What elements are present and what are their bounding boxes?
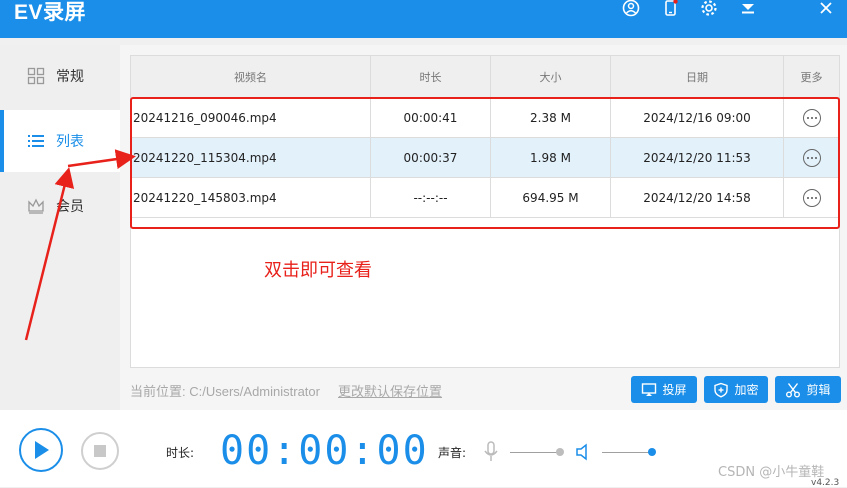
- table-row[interactable]: 20241220_145803.mp4 --:--:-- 694.95 M 20…: [131, 178, 839, 218]
- grid-icon: [26, 66, 46, 86]
- cast-button[interactable]: 投屏: [631, 376, 697, 403]
- table-row[interactable]: 20241216_090046.mp4 00:00:41 2.38 M 2024…: [131, 98, 839, 138]
- more-options-icon[interactable]: [802, 108, 821, 127]
- microphone-volume-slider[interactable]: [510, 452, 560, 453]
- edit-button[interactable]: 剪辑: [775, 376, 841, 403]
- table-row[interactable]: 20241220_115304.mp4 00:00:37 1.98 M 2024…: [131, 138, 839, 178]
- cell-size: 2.38 M: [491, 98, 611, 137]
- cell-video-name: 20241220_115304.mp4: [131, 138, 371, 177]
- column-header-date[interactable]: 日期: [611, 56, 784, 98]
- screen-cast-icon: [642, 382, 657, 396]
- more-options-icon[interactable]: [802, 188, 821, 207]
- cell-more: [784, 138, 839, 177]
- sidebar-item-label: 列表: [56, 134, 84, 150]
- sidebar-item-member[interactable]: 会员: [0, 175, 120, 237]
- microphone-icon[interactable]: [484, 441, 498, 463]
- app-title: EV录屏: [14, 1, 87, 24]
- column-header-more: 更多: [800, 71, 823, 84]
- minimize-icon[interactable]: [737, 0, 759, 18]
- cell-date: 2024/12/20 14:58: [611, 178, 784, 217]
- gear-icon[interactable]: [698, 0, 720, 18]
- more-options-icon[interactable]: [802, 148, 821, 167]
- annotation-note: 双击即可查看: [264, 260, 372, 281]
- sidebar-item-general[interactable]: 常规: [0, 45, 120, 107]
- sidebar-item-label: 常规: [56, 69, 84, 85]
- system-volume-knob[interactable]: [648, 448, 656, 456]
- cell-date: 2024/12/20 11:53: [611, 138, 784, 177]
- column-header-size[interactable]: 大小: [491, 56, 611, 98]
- account-icon[interactable]: [620, 0, 642, 18]
- duration-label: 时长:: [166, 446, 195, 460]
- watermark: CSDN @小牛童鞋: [718, 465, 825, 480]
- cell-duration: 00:00:37: [371, 138, 491, 177]
- speaker-icon[interactable]: [575, 443, 593, 461]
- shield-icon: [714, 382, 729, 398]
- cast-button-label: 投屏: [662, 383, 687, 397]
- stop-icon: [94, 445, 106, 457]
- sidebar-item-list[interactable]: 列表: [0, 110, 120, 172]
- cell-duration: --:--:--: [371, 178, 491, 217]
- sidebar-item-label: 会员: [56, 199, 84, 215]
- scissors-icon: [786, 382, 801, 397]
- cell-video-name: 20241216_090046.mp4: [131, 98, 371, 137]
- recording-timer: 00:00:00: [220, 428, 429, 474]
- cell-more: [784, 178, 839, 217]
- cell-size: 1.98 M: [491, 138, 611, 177]
- encrypt-button-label: 加密: [734, 383, 759, 397]
- play-icon: [35, 441, 49, 459]
- play-button[interactable]: [19, 428, 63, 472]
- cell-date: 2024/12/16 09:00: [611, 98, 784, 137]
- table-header: 视频名 时长 大小 日期 更多: [131, 56, 839, 99]
- column-header-name[interactable]: 视频名: [131, 56, 371, 98]
- encrypt-button[interactable]: 加密: [704, 376, 768, 403]
- close-icon[interactable]: [815, 0, 837, 18]
- cell-duration: 00:00:41: [371, 98, 491, 137]
- list-icon: [26, 131, 46, 151]
- save-location-label: 当前位置: C:/Users/Administrator: [130, 384, 320, 399]
- microphone-volume-knob[interactable]: [556, 448, 564, 456]
- video-table: 视频名 时长 大小 日期 更多 20241216_090046.mp4 00:0…: [130, 55, 840, 368]
- sound-label: 声音:: [438, 446, 467, 460]
- column-header-duration[interactable]: 时长: [371, 56, 491, 98]
- cell-size: 694.95 M: [491, 178, 611, 217]
- cell-more: [784, 98, 839, 137]
- edit-button-label: 剪辑: [806, 383, 831, 397]
- crown-icon: [26, 196, 46, 216]
- system-volume-slider[interactable]: [602, 452, 652, 453]
- stop-button[interactable]: [81, 432, 119, 470]
- change-save-location-link[interactable]: 更改默认保存位置: [338, 381, 442, 400]
- phone-icon[interactable]: [659, 0, 681, 18]
- title-bar: EV录屏: [0, 0, 847, 38]
- cell-video-name: 20241220_145803.mp4: [131, 178, 371, 217]
